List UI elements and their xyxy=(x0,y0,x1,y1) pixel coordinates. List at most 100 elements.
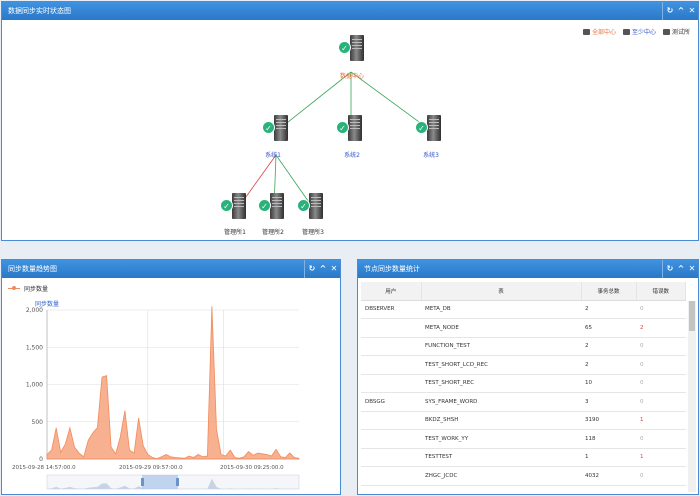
table-cell-total: 3 xyxy=(581,392,636,412)
panel-title: 节点同步数量统计 xyxy=(364,265,420,273)
legend-label: 同步数量 xyxy=(24,286,49,293)
server-icon xyxy=(232,193,246,219)
server-node-sys2[interactable]: ✓ xyxy=(336,115,362,143)
column-header-total[interactable]: 事务总数 xyxy=(581,282,637,301)
check-icon: ✓ xyxy=(220,199,233,212)
server-icon xyxy=(274,115,288,141)
server-node-sys3[interactable]: ✓ xyxy=(415,115,441,143)
node-label: 数据中心 xyxy=(339,73,365,80)
table-cell-user xyxy=(361,411,421,430)
x-tick-label: 2015-09-29 09:57:00.0 xyxy=(119,465,183,471)
close-icon[interactable]: ✕ xyxy=(688,264,696,274)
column-header-user[interactable]: 用户 xyxy=(361,282,422,301)
table-row[interactable]: TEST_WORK_YY 118 0 xyxy=(361,429,686,449)
server-node-sys1[interactable]: ✓ xyxy=(262,115,288,143)
table-cell-errors: 1 xyxy=(636,411,686,430)
table-cell-errors: 0 xyxy=(636,300,686,319)
legend-line-icon xyxy=(8,286,20,290)
table-cell-table: BKDZ_SHSH xyxy=(421,411,581,430)
table-cell-table: META_NODE xyxy=(421,318,581,338)
table-row[interactable]: FUNCTION_TEST 2 0 xyxy=(361,337,686,356)
range-handle-left[interactable] xyxy=(141,478,144,486)
check-icon: ✓ xyxy=(297,199,310,212)
check-icon: ✓ xyxy=(336,121,349,134)
range-handle-right[interactable] xyxy=(176,478,179,486)
table-cell-table: TEST_WORK_YY xyxy=(421,429,581,449)
table-row[interactable]: DBSERVER META_DB 2 0 xyxy=(361,300,686,319)
y-tick-label: 1,000 xyxy=(26,382,43,389)
table-scrollbar[interactable] xyxy=(688,301,696,492)
refresh-icon[interactable]: ↻ xyxy=(666,6,674,16)
refresh-icon[interactable]: ↻ xyxy=(308,264,316,274)
panel-header: 数据同步实时状态图 ↻ ^ ✕ xyxy=(2,2,698,20)
table-cell-user xyxy=(361,448,421,467)
table-cell-user xyxy=(361,355,421,375)
table-cell-errors: 0 xyxy=(636,392,686,412)
table-row[interactable]: TEST_SHORT_REC 10 0 xyxy=(361,374,686,393)
server-node-dept2[interactable]: ✓ xyxy=(258,193,284,221)
server-node-dept1[interactable]: ✓ xyxy=(220,193,246,221)
sync-trend-panel: 同步数量趋势图 ↻ ^ ✕ 同步数量 同步数量 0 500 1,000 1,500 2,0… xyxy=(1,259,341,495)
collapse-icon[interactable]: ^ xyxy=(677,264,685,274)
server-icon xyxy=(348,115,362,141)
stats-table: 用户 表 事务总数 错误数 DBSERVER META_DB 2 0 META_NODE… xyxy=(361,282,686,486)
table-cell-errors: 0 xyxy=(636,429,686,449)
node-label: 系统2 xyxy=(344,152,360,159)
y-tick-label: 2,000 xyxy=(26,307,43,314)
close-icon[interactable]: ✕ xyxy=(330,264,338,274)
table-row[interactable]: DBSGG SYS_FRAME_WORD 3 0 xyxy=(361,392,686,412)
table-row[interactable]: TESTTEST 1 1 xyxy=(361,448,686,467)
node-label: 系统3 xyxy=(423,152,439,159)
check-icon: ✓ xyxy=(338,41,351,54)
y-tick-label: 0 xyxy=(39,456,43,463)
sync-status-panel: 数据同步实时状态图 ↻ ^ ✕ 全部中心 至少中心 测试所 ✓ 数据中心 ✓ 系… xyxy=(1,1,699,241)
table-cell-user xyxy=(361,374,421,393)
check-icon: ✓ xyxy=(415,121,428,134)
server-icon xyxy=(427,115,441,141)
panel-header: 节点同步数量统计 ↻ ^ ✕ xyxy=(358,260,698,278)
table-cell-table: TEST_SHORT_REC xyxy=(421,374,581,393)
table-cell-table: ZHGC_JCDC xyxy=(421,466,581,486)
chart-legend[interactable]: 同步数量 xyxy=(8,284,48,293)
server-node-center[interactable]: ✓ xyxy=(338,35,364,63)
table-cell-errors: 0 xyxy=(636,337,686,356)
close-icon[interactable]: ✕ xyxy=(688,6,696,16)
table-cell-errors: 0 xyxy=(636,466,686,486)
table-cell-table: TEST_SHORT_LCD_REC xyxy=(421,355,581,375)
column-header-table[interactable]: 表 xyxy=(421,282,582,301)
server-node-dept3[interactable]: ✓ xyxy=(297,193,323,221)
collapse-icon[interactable]: ^ xyxy=(319,264,327,274)
panel-tools: ↻ ^ ✕ xyxy=(662,2,696,20)
table-cell-errors: 2 xyxy=(636,318,686,338)
collapse-icon[interactable]: ^ xyxy=(677,6,685,16)
node-label: 系统1 xyxy=(265,152,281,159)
table-cell-user: DBSERVER xyxy=(361,300,421,319)
table-cell-table: FUNCTION_TEST xyxy=(421,337,581,356)
table-cell-total: 10 xyxy=(581,374,636,393)
table-row[interactable]: ZHGC_JCDC 4032 0 xyxy=(361,466,686,486)
column-header-errors[interactable]: 错误数 xyxy=(636,282,686,301)
table-cell-errors: 1 xyxy=(636,448,686,467)
panel-title: 同步数量趋势图 xyxy=(8,265,57,273)
refresh-icon[interactable]: ↻ xyxy=(666,264,674,274)
server-icon xyxy=(350,35,364,61)
table-row[interactable]: BKDZ_SHSH 3190 1 xyxy=(361,411,686,430)
trend-chart: 同步数量05001,0001,5002,0002015-09-28 14:57:… xyxy=(12,300,300,490)
panel-title: 数据同步实时状态图 xyxy=(8,7,71,15)
table-cell-errors: 0 xyxy=(636,355,686,375)
table-cell-total: 2 xyxy=(581,337,636,356)
table-cell-user xyxy=(361,466,421,486)
table-cell-user: DBSGG xyxy=(361,392,421,412)
table-row[interactable]: TEST_SHORT_LCD_REC 2 0 xyxy=(361,355,686,375)
check-icon: ✓ xyxy=(258,199,271,212)
table-cell-total: 2 xyxy=(581,300,636,319)
scrollbar-thumb[interactable] xyxy=(689,301,695,331)
range-selection xyxy=(142,475,178,489)
y-tick-label: 500 xyxy=(32,419,44,426)
node-sync-stats-panel: 节点同步数量统计 ↻ ^ ✕ 用户 表 事务总数 错误数 DBSERVER MET… xyxy=(357,259,699,495)
server-icon xyxy=(309,193,323,219)
table-row[interactable]: META_NODE 65 2 xyxy=(361,318,686,338)
table-cell-total: 1 xyxy=(581,448,636,467)
table-cell-table: META_DB xyxy=(421,300,581,319)
x-tick-label: 2015-09-28 14:57:00.0 xyxy=(12,465,76,471)
